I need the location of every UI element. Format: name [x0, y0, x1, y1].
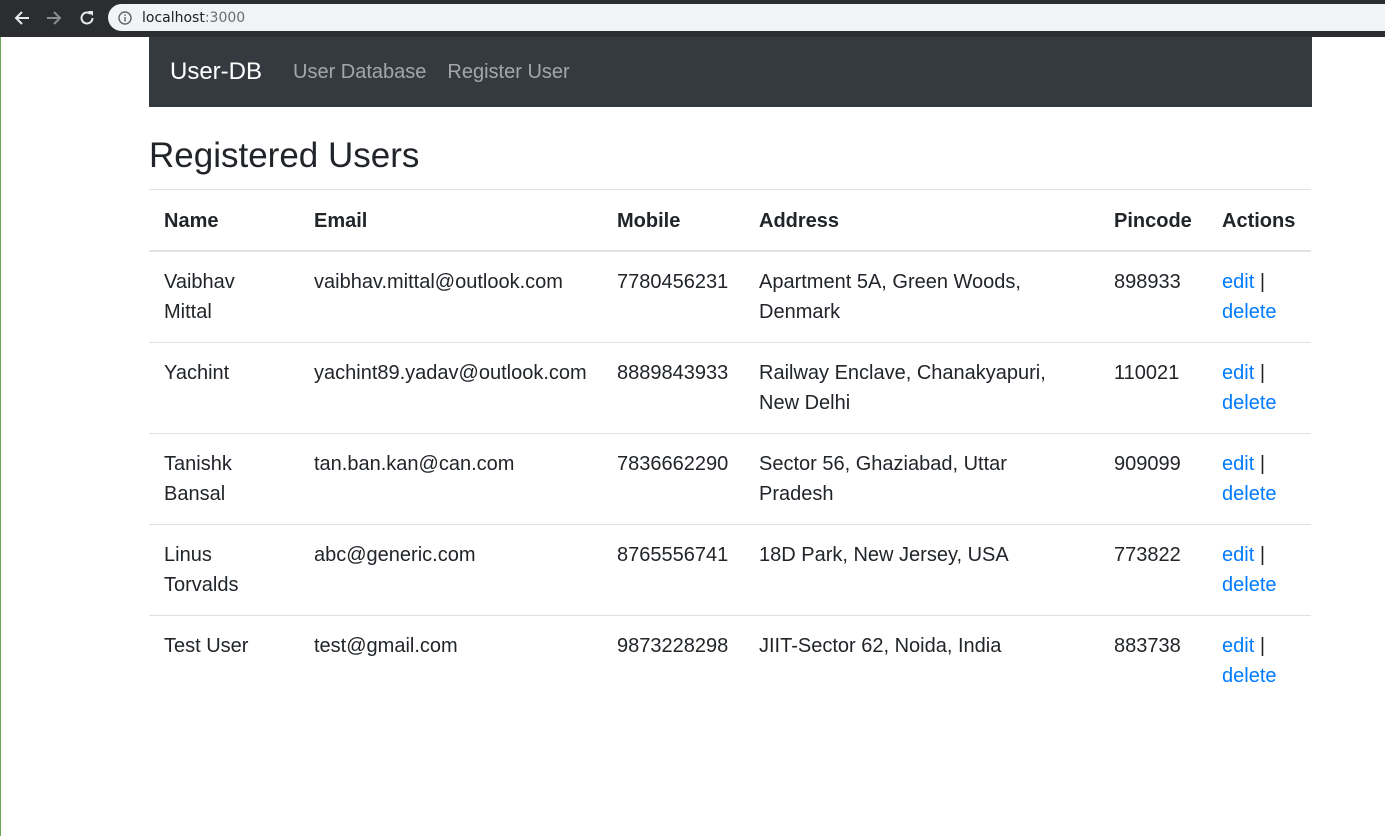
cell-mobile: 9873228298 [602, 615, 744, 706]
back-arrow-icon[interactable] [10, 6, 34, 30]
delete-link[interactable]: delete [1222, 665, 1277, 687]
table-header-row: Name Email Mobile Address Pincode Action… [149, 189, 1311, 252]
action-separator: | [1259, 635, 1266, 657]
edit-link[interactable]: edit [1222, 362, 1254, 384]
cell-name: Linus Torvalds [149, 524, 299, 616]
table-row: Tanishk Bansal tan.ban.kan@can.com 78366… [149, 433, 1311, 525]
cell-name: Test User [149, 615, 299, 706]
action-separator: | [1259, 271, 1266, 293]
cell-actions: edit | delete [1207, 615, 1311, 706]
edit-link[interactable]: edit [1222, 635, 1254, 657]
cell-address: Railway Enclave, Chanakyapuri, New Delhi [744, 342, 1099, 434]
url-port: :3000 [204, 9, 246, 26]
info-icon[interactable] [118, 10, 132, 25]
cell-email: yachint89.yadav@outlook.com [299, 342, 602, 434]
header-address: Address [744, 189, 1099, 252]
cell-actions: edit | delete [1207, 524, 1311, 616]
cell-email: vaibhav.mittal@outlook.com [314, 271, 563, 293]
forward-arrow-icon[interactable] [42, 6, 66, 30]
edit-link[interactable]: edit [1222, 453, 1254, 475]
cell-name: Yachint [149, 342, 299, 434]
nav-link-register-user[interactable]: Register User [447, 61, 569, 84]
action-separator: | [1259, 544, 1266, 566]
cell-pincode: 110021 [1099, 342, 1207, 434]
nav-link-user-database[interactable]: User Database [293, 61, 426, 84]
action-separator: | [1259, 453, 1266, 475]
action-separator: | [1259, 362, 1266, 384]
cell-address: Sector 56, Ghaziabad, Uttar Pradesh [744, 433, 1099, 525]
url-text: localhost:3000 [142, 10, 245, 26]
header-name: Name [149, 189, 299, 252]
delete-link[interactable]: delete [1222, 483, 1277, 505]
url-host: localhost [142, 9, 205, 26]
cell-actions: edit | delete [1207, 342, 1311, 434]
table-row: Yachint yachint89.yadav@outlook.com 8889… [149, 342, 1311, 434]
cell-mobile: 7836662290 [602, 433, 744, 525]
cell-email: tan.ban.kan@can.com [299, 433, 602, 525]
navbar-brand[interactable]: User-DB [170, 58, 262, 86]
header-actions: Actions [1207, 189, 1311, 252]
cell-address: 18D Park, New Jersey, USA [744, 524, 1099, 616]
window-edge [0, 37, 1, 836]
table-row: Test User test@gmail.com 9873228298 JIIT… [149, 615, 1311, 706]
cell-email: test@gmail.com [299, 615, 602, 706]
table-row: Linus Torvalds abc@generic.com 876555674… [149, 524, 1311, 616]
edit-link[interactable]: edit [1222, 544, 1254, 566]
address-bar[interactable]: localhost:3000 [108, 4, 1385, 31]
header-email: Email [299, 189, 602, 252]
reload-icon[interactable] [75, 6, 99, 30]
cell-actions: edit | delete [1207, 433, 1311, 525]
browser-toolbar: localhost:3000 [0, 0, 1385, 37]
cell-mobile: 7780456231 [617, 271, 729, 293]
cell-mobile: 8889843933 [602, 342, 744, 434]
cell-email: abc@generic.com [299, 524, 602, 616]
delete-link[interactable]: delete [1222, 574, 1277, 596]
cell-pincode: 909099 [1099, 433, 1207, 525]
delete-link[interactable]: delete [1222, 301, 1277, 323]
cell-actions: edit | delete [1207, 251, 1311, 343]
header-pincode: Pincode [1099, 189, 1207, 252]
cell-address: JIIT-Sector 62, Noida, India [744, 615, 1099, 706]
cell-name: Tanishk Bansal [149, 433, 299, 525]
edit-link[interactable]: edit [1222, 271, 1254, 293]
cell-mobile: 8765556741 [602, 524, 744, 616]
users-table: Name Email Mobile Address Pincode Action… [149, 189, 1311, 706]
page-title: Registered Users [149, 136, 420, 175]
cell-address: Apartment 5A, Green Woods, Denmark [759, 271, 1021, 323]
cell-name: Vaibhav Mittal [164, 271, 235, 323]
cell-pincode: 773822 [1099, 524, 1207, 616]
table-row: Vaibhav Mittal vaibhav.mittal@outlook.co… [149, 251, 1311, 343]
header-mobile: Mobile [602, 189, 744, 252]
cell-pincode: 883738 [1099, 615, 1207, 706]
delete-link[interactable]: delete [1222, 392, 1277, 414]
cell-pincode: 898933 [1114, 271, 1181, 293]
navbar: User-DB User Database Register User [149, 37, 1312, 107]
